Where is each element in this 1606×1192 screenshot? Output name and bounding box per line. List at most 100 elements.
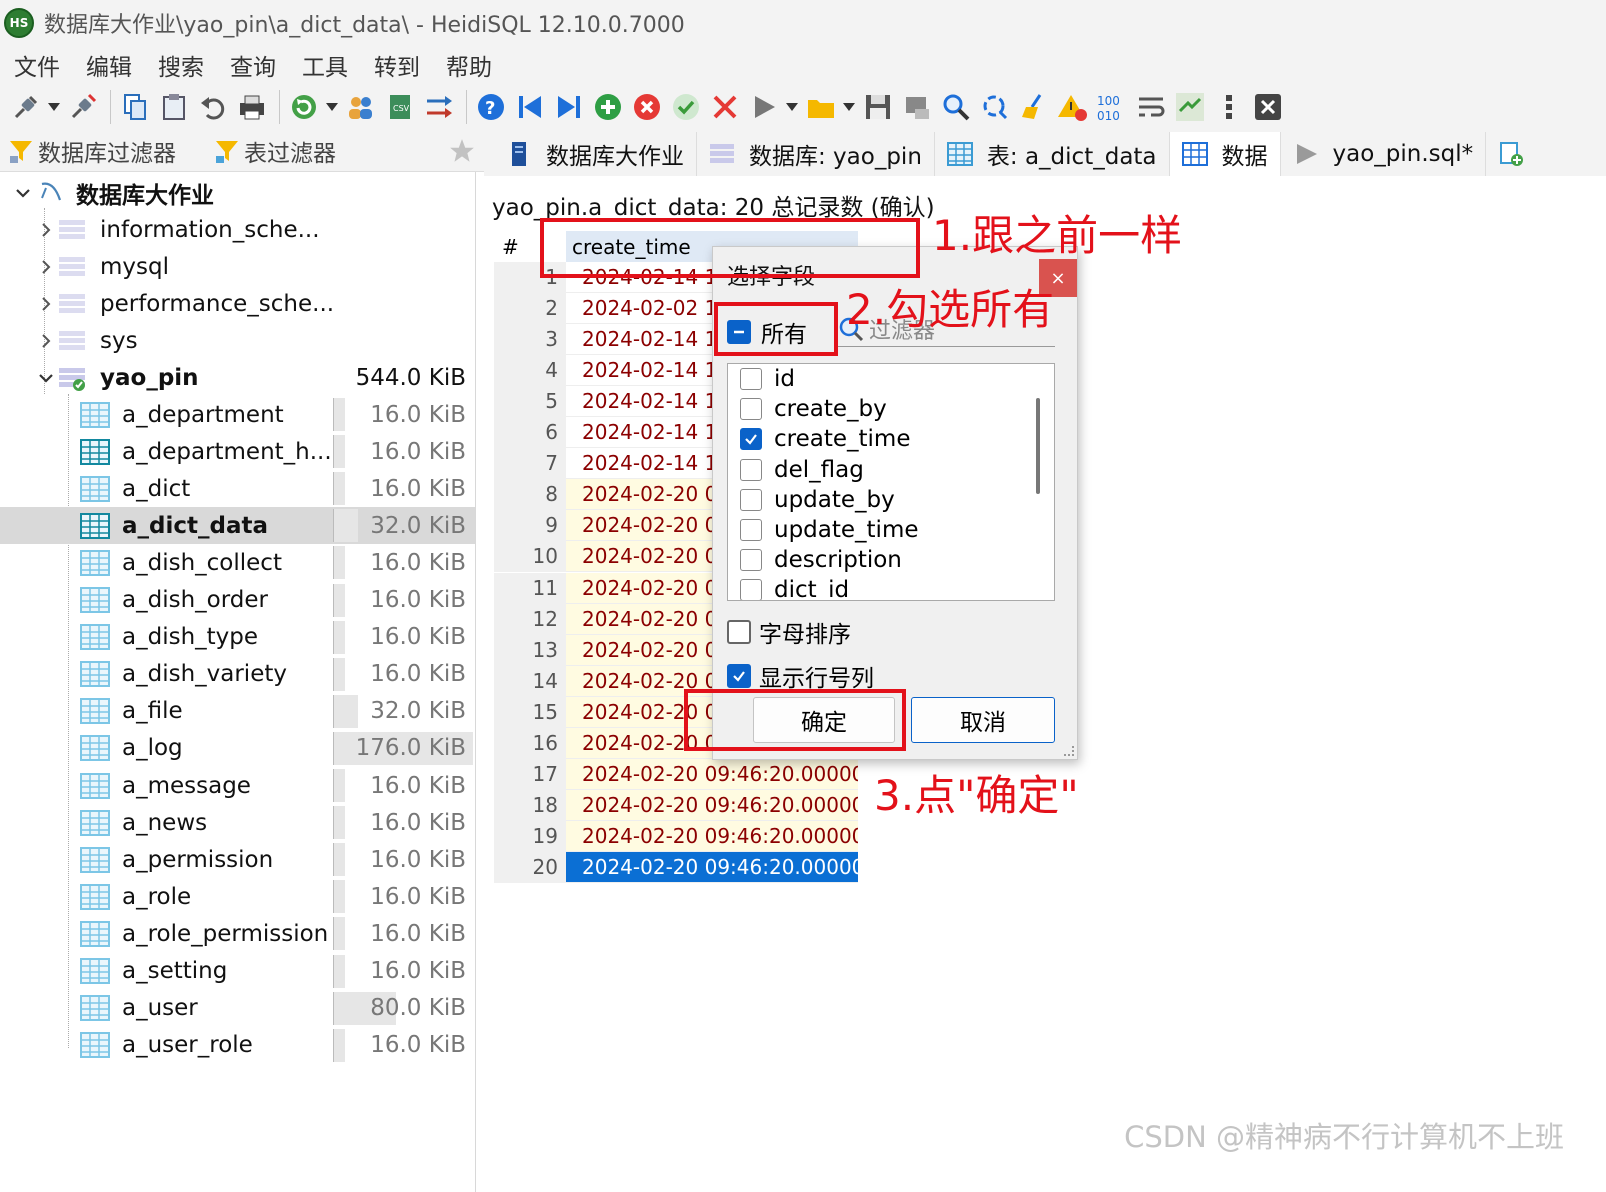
cancel-button[interactable]: 取消 — [911, 697, 1055, 743]
column-checklist[interactable]: id create_by create_time del_flag update_by u… — [727, 363, 1055, 601]
column-option[interactable]: dict_id — [740, 575, 849, 600]
column-option[interactable]: id — [740, 364, 795, 394]
first-record-icon[interactable] — [512, 89, 548, 125]
table-filter-tab[interactable]: 表过滤器 — [206, 130, 344, 172]
table-row[interactable]: 17 2024-02-20 09:46:20.000000 — [494, 758, 860, 790]
unchecked-checkbox-icon[interactable] — [727, 620, 751, 644]
run-dropdown-icon[interactable] — [785, 103, 799, 111]
tab-host[interactable]: 数据库大作业 — [494, 132, 697, 176]
tree-table-item[interactable]: a_file 32.0 KiB — [0, 693, 475, 730]
unchecked-checkbox-icon[interactable] — [740, 549, 762, 572]
cell-create-time[interactable]: 2024-02-20 09:46:20.000000 — [566, 820, 858, 852]
tree-table-item[interactable]: a_dish_variety 16.0 KiB — [0, 656, 475, 693]
tree-db-mysql[interactable]: mysql — [0, 248, 475, 285]
close-tab-icon[interactable] — [1250, 89, 1286, 125]
cancel-changes-icon[interactable] — [707, 89, 743, 125]
last-record-icon[interactable] — [551, 89, 587, 125]
table-row[interactable]: 20 2024-02-20 09:46:20.000000 — [494, 851, 860, 883]
menu-tools[interactable]: 工具 — [289, 48, 361, 82]
menu-search[interactable]: 搜索 — [145, 48, 217, 82]
tab-database[interactable]: 数据库: yao_pin — [697, 132, 935, 176]
table-row[interactable]: 18 2024-02-20 09:46:20.000000 — [494, 789, 860, 821]
resize-grip[interactable] — [1064, 746, 1074, 756]
find-replace-icon[interactable] — [977, 89, 1013, 125]
help-icon[interactable]: ? — [473, 89, 509, 125]
database-filter-tab[interactable]: 数据库过滤器 — [0, 130, 184, 172]
refresh-icon[interactable] — [286, 89, 322, 125]
column-option[interactable]: update_by — [740, 485, 895, 515]
column-option[interactable]: create_by — [740, 394, 887, 424]
checked-checkbox-icon[interactable] — [740, 428, 762, 451]
clear-broom-icon[interactable] — [1016, 89, 1052, 125]
tab-table[interactable]: 表: a_dict_data — [935, 132, 1170, 176]
print-icon[interactable] — [234, 89, 270, 125]
tree-table-item[interactable]: a_department_h... 16.0 KiB — [0, 433, 475, 470]
cell-create-time[interactable]: 2024-02-20 09:46:20.000000 — [566, 851, 858, 883]
tree-table-item[interactable]: a_dish_order 16.0 KiB — [0, 582, 475, 619]
tree-table-item[interactable]: a_log 176.0 KiB — [0, 730, 475, 767]
connect-plug-icon[interactable] — [8, 89, 44, 125]
tab-data[interactable]: 数据 — [1169, 132, 1281, 176]
tree-table-item[interactable]: a_dish_type 16.0 KiB — [0, 619, 475, 656]
export-arrows-icon[interactable] — [421, 89, 457, 125]
sort-alphabetically-checkbox[interactable]: 字母排序 — [727, 615, 851, 649]
sync-code-icon[interactable] — [1172, 89, 1208, 125]
menu-help[interactable]: 帮助 — [433, 48, 505, 82]
run-query-icon[interactable] — [746, 89, 782, 125]
cell-create-time[interactable]: 2024-02-20 09:46:20.000000 — [566, 789, 858, 821]
unchecked-checkbox-icon[interactable] — [740, 519, 762, 541]
unchecked-checkbox-icon[interactable] — [740, 398, 762, 421]
cell-create-time[interactable]: 2024-02-20 09:46:20.000000 — [566, 758, 858, 790]
tree-db-performance-schema[interactable]: performance_sche... — [0, 285, 475, 322]
column-option[interactable]: update_time — [740, 515, 919, 545]
tree-table-item[interactable]: a_user_role 16.0 KiB — [0, 1027, 475, 1064]
tree-table-item[interactable]: a_news 16.0 KiB — [0, 804, 475, 841]
tree-table-item[interactable]: a_role 16.0 KiB — [0, 878, 475, 915]
open-folder-icon[interactable] — [803, 89, 839, 125]
chevron-down-icon[interactable] — [38, 370, 54, 386]
checked-checkbox-icon[interactable] — [727, 664, 751, 688]
user-manager-icon[interactable] — [343, 89, 379, 125]
find-icon[interactable] — [938, 89, 974, 125]
unchecked-checkbox-icon[interactable] — [740, 579, 762, 600]
tree-db-information-schema[interactable]: information_sche... — [0, 211, 475, 248]
csv-import-icon[interactable]: CSV — [382, 89, 418, 125]
tree-table-item[interactable]: a_role_permission 16.0 KiB — [0, 915, 475, 952]
chevron-right-icon[interactable] — [38, 259, 54, 275]
show-row-number-checkbox[interactable]: 显示行号列 — [727, 659, 874, 693]
tree-db-yao-pin[interactable]: yao_pin 544.0 KiB — [0, 359, 475, 396]
menu-file[interactable]: 文件 — [0, 48, 73, 82]
chevron-right-icon[interactable] — [38, 296, 54, 312]
chevron-down-icon[interactable] — [15, 185, 31, 201]
column-option[interactable]: description — [740, 545, 902, 575]
list-scrollbar[interactable] — [1036, 398, 1040, 494]
word-wrap-icon[interactable] — [1133, 89, 1169, 125]
tree-table-item[interactable]: a_department 16.0 KiB — [0, 396, 475, 433]
save-icon[interactable] — [860, 89, 896, 125]
column-option[interactable]: del_flag — [740, 455, 864, 485]
tab-query[interactable]: yao_pin.sql* — [1281, 132, 1487, 176]
unchecked-checkbox-icon[interactable] — [740, 368, 762, 390]
column-option[interactable]: create_time — [740, 424, 910, 454]
undo-icon[interactable] — [195, 89, 231, 125]
copy-icon[interactable] — [117, 89, 153, 125]
save-snippet-icon[interactable] — [899, 89, 935, 125]
unchecked-checkbox-icon[interactable] — [740, 458, 762, 481]
tree-table-item[interactable]: a_dict 16.0 KiB — [0, 470, 475, 507]
warnings-icon[interactable] — [1055, 89, 1091, 125]
disconnect-plug-icon[interactable] — [65, 89, 101, 125]
delete-row-icon[interactable] — [629, 89, 665, 125]
menu-edit[interactable]: 编辑 — [73, 48, 145, 82]
open-dropdown-icon[interactable] — [842, 103, 856, 111]
new-query-tab-button[interactable] — [1486, 132, 1536, 176]
paste-icon[interactable] — [156, 89, 192, 125]
menu-goto[interactable]: 转到 — [361, 48, 433, 82]
tree-table-item[interactable]: a_permission 16.0 KiB — [0, 841, 475, 878]
tree-table-item[interactable]: a_message 16.0 KiB — [0, 767, 475, 804]
tree-root-connection[interactable]: 数据库大作业 — [0, 174, 475, 211]
tree-table-item[interactable]: a_dish_collect 16.0 KiB — [0, 544, 475, 581]
tree-db-sys[interactable]: sys — [0, 322, 475, 359]
tree-table-item[interactable]: a_setting 16.0 KiB — [0, 953, 475, 990]
binary-display-icon[interactable]: 100 010 — [1094, 89, 1130, 125]
unchecked-checkbox-icon[interactable] — [740, 488, 762, 511]
